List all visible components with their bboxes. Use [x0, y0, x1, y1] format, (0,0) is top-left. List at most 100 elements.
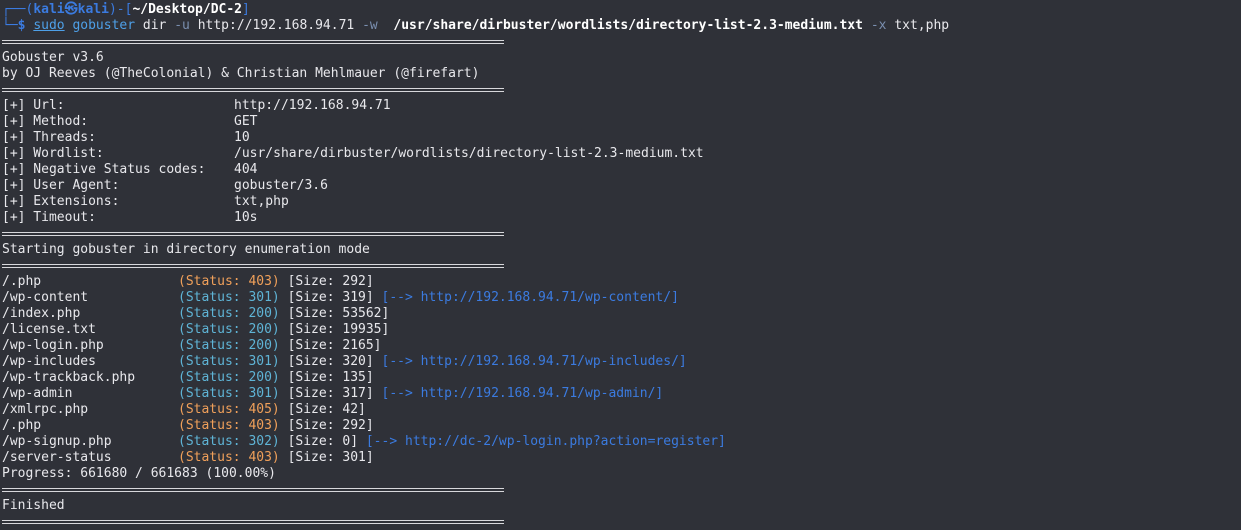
result-size: [Size: 292] — [287, 274, 374, 289]
result-row: /license.txt (Status: 200) [Size: 19935] — [2, 322, 1241, 338]
command-line[interactable]: └─$ sudo gobuster dir -u http://192.168.… — [2, 18, 1241, 34]
config-label: [+] Url: — [2, 98, 65, 113]
result-size: [Size: 2165] — [287, 338, 382, 353]
banner-authors: by OJ Reeves (@TheColonial) & Christian … — [2, 66, 480, 81]
separator — [2, 482, 1241, 498]
cmd-flag-u: -u — [174, 18, 190, 33]
result-row: /.php (Status: 403) [Size: 292] — [2, 274, 1241, 290]
finished-text: Finished — [2, 498, 65, 513]
prompt-frame-bottom: └─ — [2, 18, 18, 33]
banner-version: Gobuster v3.6 — [2, 50, 104, 65]
result-row: /server-status (Status: 403) [Size: 301] — [2, 450, 1241, 466]
result-row: /wp-content (Status: 301) [Size: 319] [--… — [2, 290, 1241, 306]
config-label: [+] User Agent: — [2, 178, 120, 193]
config-row: [+] Wordlist: /usr/share/dirbuster/wordli… — [2, 146, 1241, 162]
result-path: /xmlrpc.php — [2, 402, 89, 417]
prompt-dollar: $ — [17, 18, 26, 33]
config-label: [+] Timeout: — [2, 210, 96, 225]
result-size: [Size: 320] — [287, 354, 374, 369]
result-size: [Size: 53562] — [287, 306, 390, 321]
cmd-sudo: sudo — [33, 18, 65, 33]
result-size: [Size: 319] — [287, 290, 374, 305]
result-status: (Status: 302) — [178, 434, 280, 449]
result-path: /wp-trackback.php — [2, 370, 136, 385]
result-status: (Status: 405) — [178, 402, 280, 417]
cmd-gobuster: gobuster — [72, 18, 136, 33]
config-row: [+] Url: http://192.168.94.71 — [2, 98, 1241, 114]
result-row: /wp-trackback.php (Status: 200) [Size: 13… — [2, 370, 1241, 386]
terminal-window[interactable]: ┌──(kali㉿kali)-[~/Desktop/DC-2] └─$ sudo… — [0, 0, 1241, 524]
mode-text: Starting gobuster in directory enumerati… — [2, 242, 370, 257]
result-size: [Size: 42] — [287, 402, 366, 417]
prompt-frame-mid: )-[ — [108, 2, 133, 17]
prompt-host: kali — [77, 2, 109, 17]
result-path: /wp-admin — [2, 386, 73, 401]
config-row: [+] Extensions: txt,php — [2, 194, 1241, 210]
result-path: /index.php — [2, 306, 81, 321]
result-row: /.php (Status: 403) [Size: 292] — [2, 418, 1241, 434]
result-path: /.php — [2, 274, 42, 289]
prompt-directory: ~/Desktop/DC-2 — [132, 2, 243, 17]
config-row: [+] Method: GET — [2, 114, 1241, 130]
result-status: (Status: 301) — [178, 354, 280, 369]
result-status: (Status: 301) — [178, 290, 280, 305]
result-path: /wp-login.php — [2, 338, 104, 353]
result-size: [Size: 19935] — [287, 322, 390, 337]
result-redirect-link[interactable]: [--> http://192.168.94.71/wp-includes/] — [382, 354, 687, 369]
result-redirect-link[interactable]: [--> http://dc-2/wp-login.php?action=reg… — [366, 434, 726, 449]
result-status: (Status: 403) — [178, 418, 280, 433]
config-value: gobuster/3.6 — [234, 178, 328, 193]
result-size: [Size: 292] — [287, 418, 374, 433]
prompt-at: ㉿ — [64, 2, 78, 17]
separator — [2, 34, 1241, 50]
result-row: /wp-signup.php (Status: 302) [Size: 0] [-… — [2, 434, 1241, 450]
result-path: /wp-signup.php — [2, 434, 112, 449]
result-status: (Status: 403) — [178, 450, 280, 465]
result-path: /wp-includes — [2, 354, 96, 369]
cmd-flag-w: -w — [362, 18, 378, 33]
result-status: (Status: 200) — [178, 338, 280, 353]
result-status: (Status: 200) — [178, 370, 280, 385]
config-label: [+] Extensions: — [2, 194, 120, 209]
results-block: /.php (Status: 403) [Size: 292]/wp-conten… — [2, 274, 1241, 466]
result-row: /index.php (Status: 200) [Size: 53562] — [2, 306, 1241, 322]
result-path: /.php — [2, 418, 42, 433]
result-path: /server-status — [2, 450, 112, 465]
config-value: 10 — [234, 130, 250, 145]
result-path: /wp-content — [2, 290, 89, 305]
result-size: [Size: 135] — [287, 370, 374, 385]
result-row: /xmlrpc.php (Status: 405) [Size: 42] — [2, 402, 1241, 418]
cmd-wordlist: /usr/share/dirbuster/wordlists/directory… — [393, 18, 863, 33]
config-value: /usr/share/dirbuster/wordlists/directory… — [234, 146, 704, 161]
config-label: [+] Threads: — [2, 130, 96, 145]
result-row: /wp-includes (Status: 301) [Size: 320] [-… — [2, 354, 1241, 370]
config-value: txt,php — [234, 194, 289, 209]
result-size: [Size: 301] — [287, 450, 374, 465]
prompt-frame-end: ] — [242, 2, 250, 17]
config-label: [+] Negative Status codes: — [2, 162, 206, 177]
result-status: (Status: 301) — [178, 386, 280, 401]
cmd-extensions: txt,php — [894, 18, 950, 33]
progress-text: Progress: 661680 / 661683 (100.00%) — [2, 466, 276, 481]
result-status: (Status: 403) — [178, 274, 280, 289]
separator — [2, 226, 1241, 242]
config-label: [+] Wordlist: — [2, 146, 104, 161]
result-size: [Size: 0] — [287, 434, 359, 449]
config-row: [+] Negative Status codes: 404 — [2, 162, 1241, 178]
result-redirect-link[interactable]: [--> http://192.168.94.71/wp-admin/] — [382, 386, 664, 401]
config-row: [+] Threads: 10 — [2, 130, 1241, 146]
cmd-subcommand: dir — [142, 18, 167, 33]
result-row: /wp-login.php (Status: 200) [Size: 2165] — [2, 338, 1241, 354]
separator — [2, 258, 1241, 274]
config-value: 404 — [234, 162, 258, 177]
config-value: 10s — [234, 210, 258, 225]
config-block: [+] Url: http://192.168.94.71 [+] Method: G… — [2, 98, 1241, 226]
config-label: [+] Method: — [2, 114, 89, 129]
separator — [2, 82, 1241, 98]
result-row: /wp-admin (Status: 301) [Size: 317] [--> … — [2, 386, 1241, 402]
cmd-flag-x: -x — [870, 18, 887, 33]
config-value: GET — [234, 114, 258, 129]
result-redirect-link[interactable]: [--> http://192.168.94.71/wp-content/] — [382, 290, 679, 305]
result-status: (Status: 200) — [178, 322, 280, 337]
config-value: http://192.168.94.71 — [234, 98, 391, 113]
